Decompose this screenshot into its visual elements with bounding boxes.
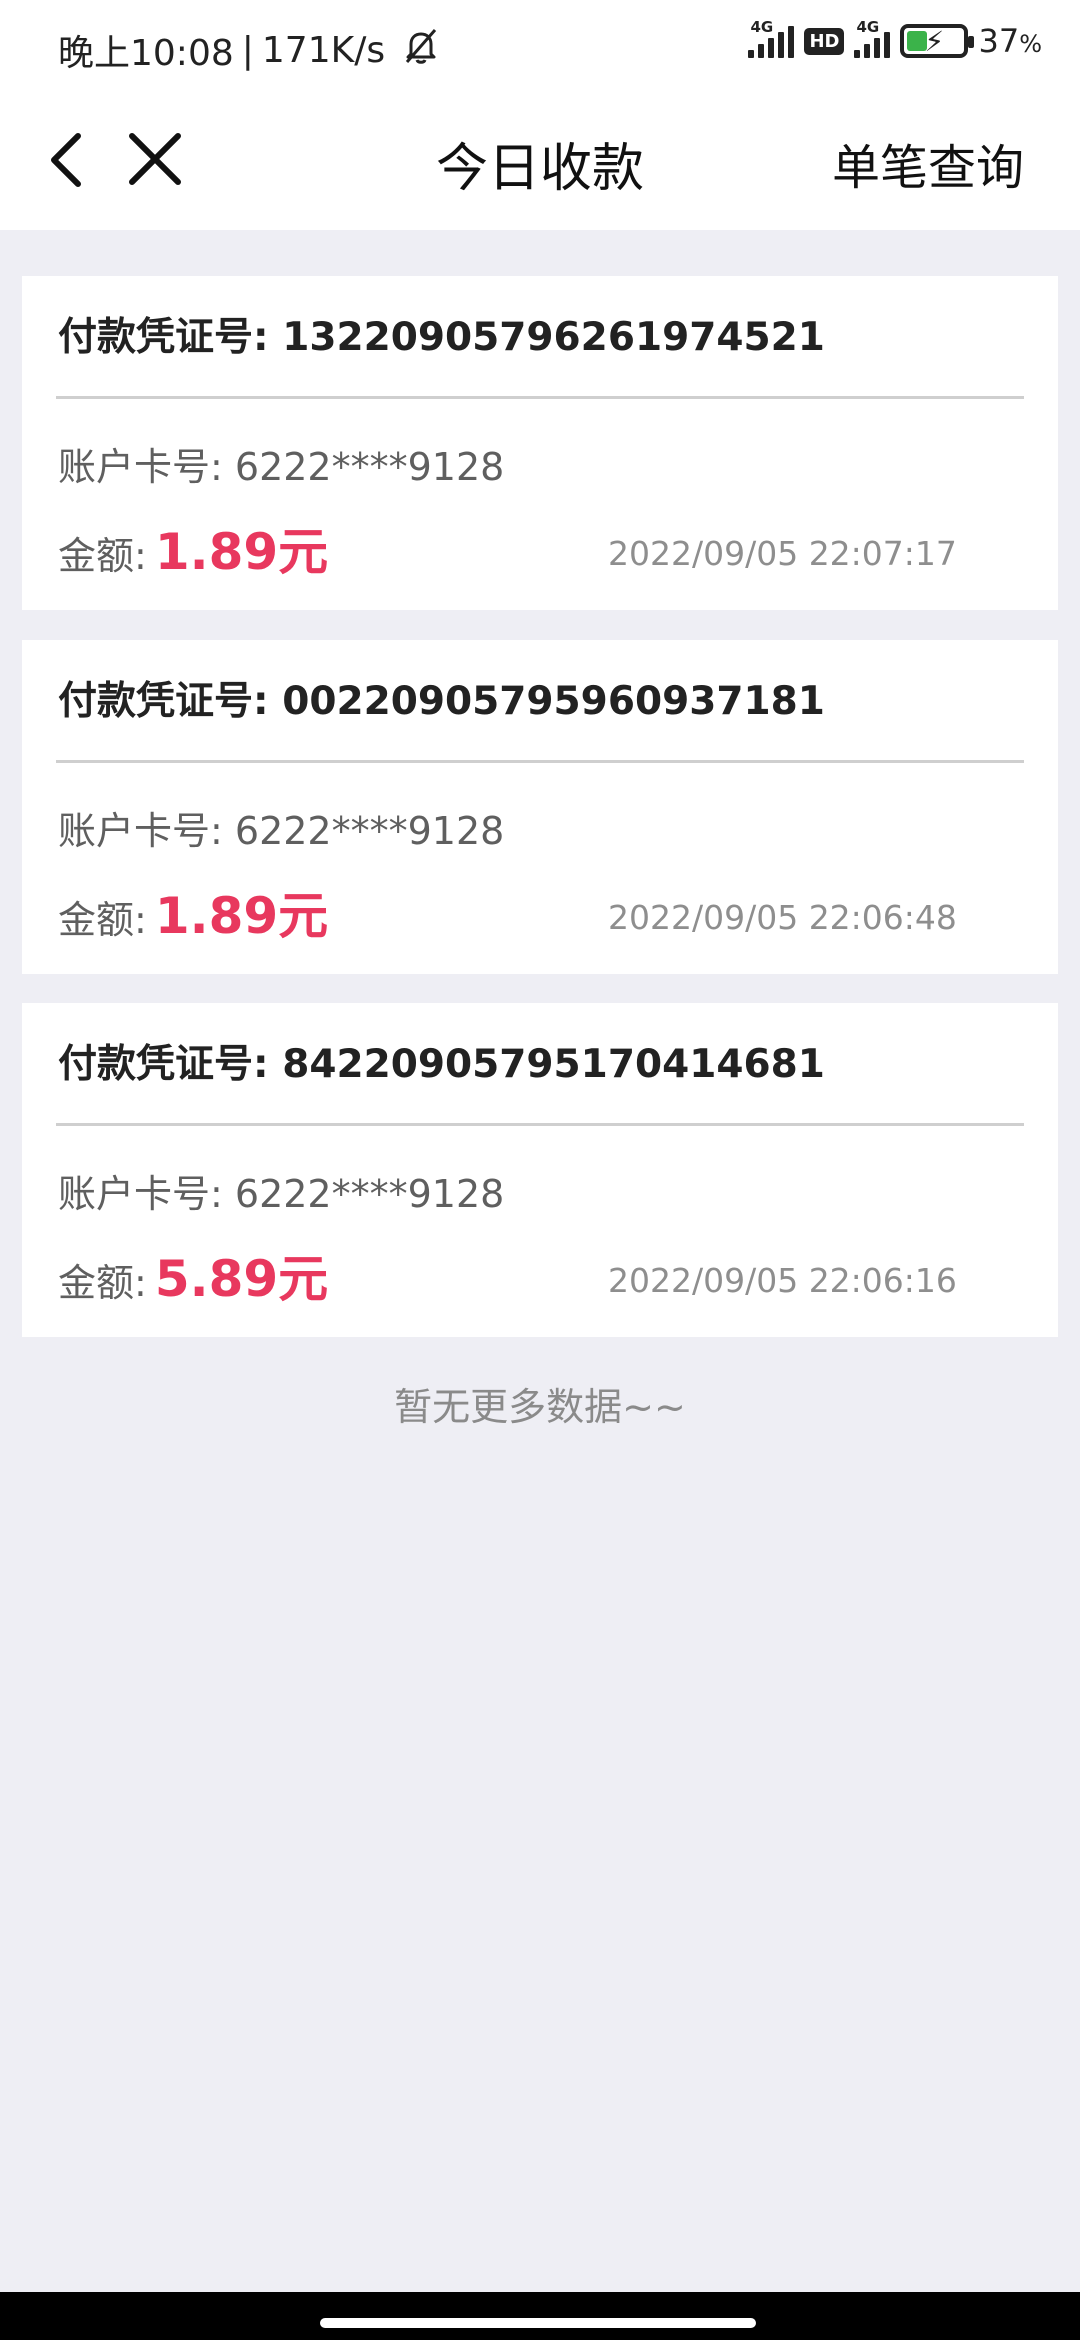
amount-label: 金额:: [58, 1261, 147, 1305]
signal-icon: 4G: [854, 18, 891, 58]
amount-value: 1.89元: [154, 887, 329, 945]
signal-icon: 4G: [748, 18, 795, 58]
hd-badge: HD: [804, 27, 845, 55]
system-nav-bar: [0, 2292, 1080, 2340]
amount-row: 金额: 1.89元: [58, 512, 328, 584]
status-left: 晚上10:08 | 171K/s: [58, 24, 441, 76]
amount-value: 5.89元: [154, 1250, 329, 1308]
amount-label: 金额:: [58, 534, 147, 578]
amount-row: 金额: 1.89元: [58, 876, 328, 948]
nav-bar: 今日收款 单笔查询: [0, 96, 1080, 230]
record-card[interactable]: 付款凭证号: 13220905796261974521 账户卡号: 6222**…: [22, 276, 1058, 610]
account-number: 账户卡号: 6222****9128: [58, 1172, 505, 1216]
status-time: 晚上10:08: [58, 33, 234, 74]
account-number: 账户卡号: 6222****9128: [58, 445, 505, 489]
divider: [56, 760, 1024, 763]
voucher-number: 付款凭证号: 00220905795960937181: [58, 679, 825, 724]
voucher-number: 付款凭证号: 84220905795170414681: [58, 1042, 825, 1087]
status-bar: 晚上10:08 | 171K/s 4G HD 4G ⚡ 37%: [0, 0, 1080, 96]
divider: [56, 1123, 1024, 1126]
amount-row: 金额: 5.89元: [58, 1239, 328, 1311]
timestamp: 2022/09/05 22:07:17: [608, 534, 957, 573]
network-type-2: 4G: [856, 18, 880, 36]
single-query-button[interactable]: 单笔查询: [832, 128, 1024, 198]
status-right: 4G HD 4G ⚡ 37%: [748, 18, 1042, 60]
no-more-data-text: 暂无更多数据~~: [394, 1385, 686, 1429]
status-separator: |: [241, 29, 254, 71]
voucher-number: 付款凭证号: 13220905796261974521: [58, 315, 825, 360]
battery-icon: ⚡: [900, 24, 975, 58]
battery-level: 37%: [978, 22, 1042, 60]
record-card[interactable]: 付款凭证号: 00220905795960937181 账户卡号: 6222**…: [22, 640, 1058, 974]
record-card[interactable]: 付款凭证号: 84220905795170414681 账户卡号: 6222**…: [22, 1003, 1058, 1337]
account-number: 账户卡号: 6222****9128: [58, 809, 505, 853]
home-indicator[interactable]: [320, 2318, 756, 2328]
timestamp: 2022/09/05 22:06:16: [608, 1261, 957, 1300]
amount-label: 金额:: [58, 898, 147, 942]
bell-off-icon: [401, 26, 441, 75]
status-net-speed: 171K/s: [261, 29, 386, 71]
timestamp: 2022/09/05 22:06:48: [608, 898, 957, 937]
network-type-1: 4G: [750, 18, 774, 36]
amount-value: 1.89元: [154, 523, 329, 581]
divider: [56, 396, 1024, 399]
